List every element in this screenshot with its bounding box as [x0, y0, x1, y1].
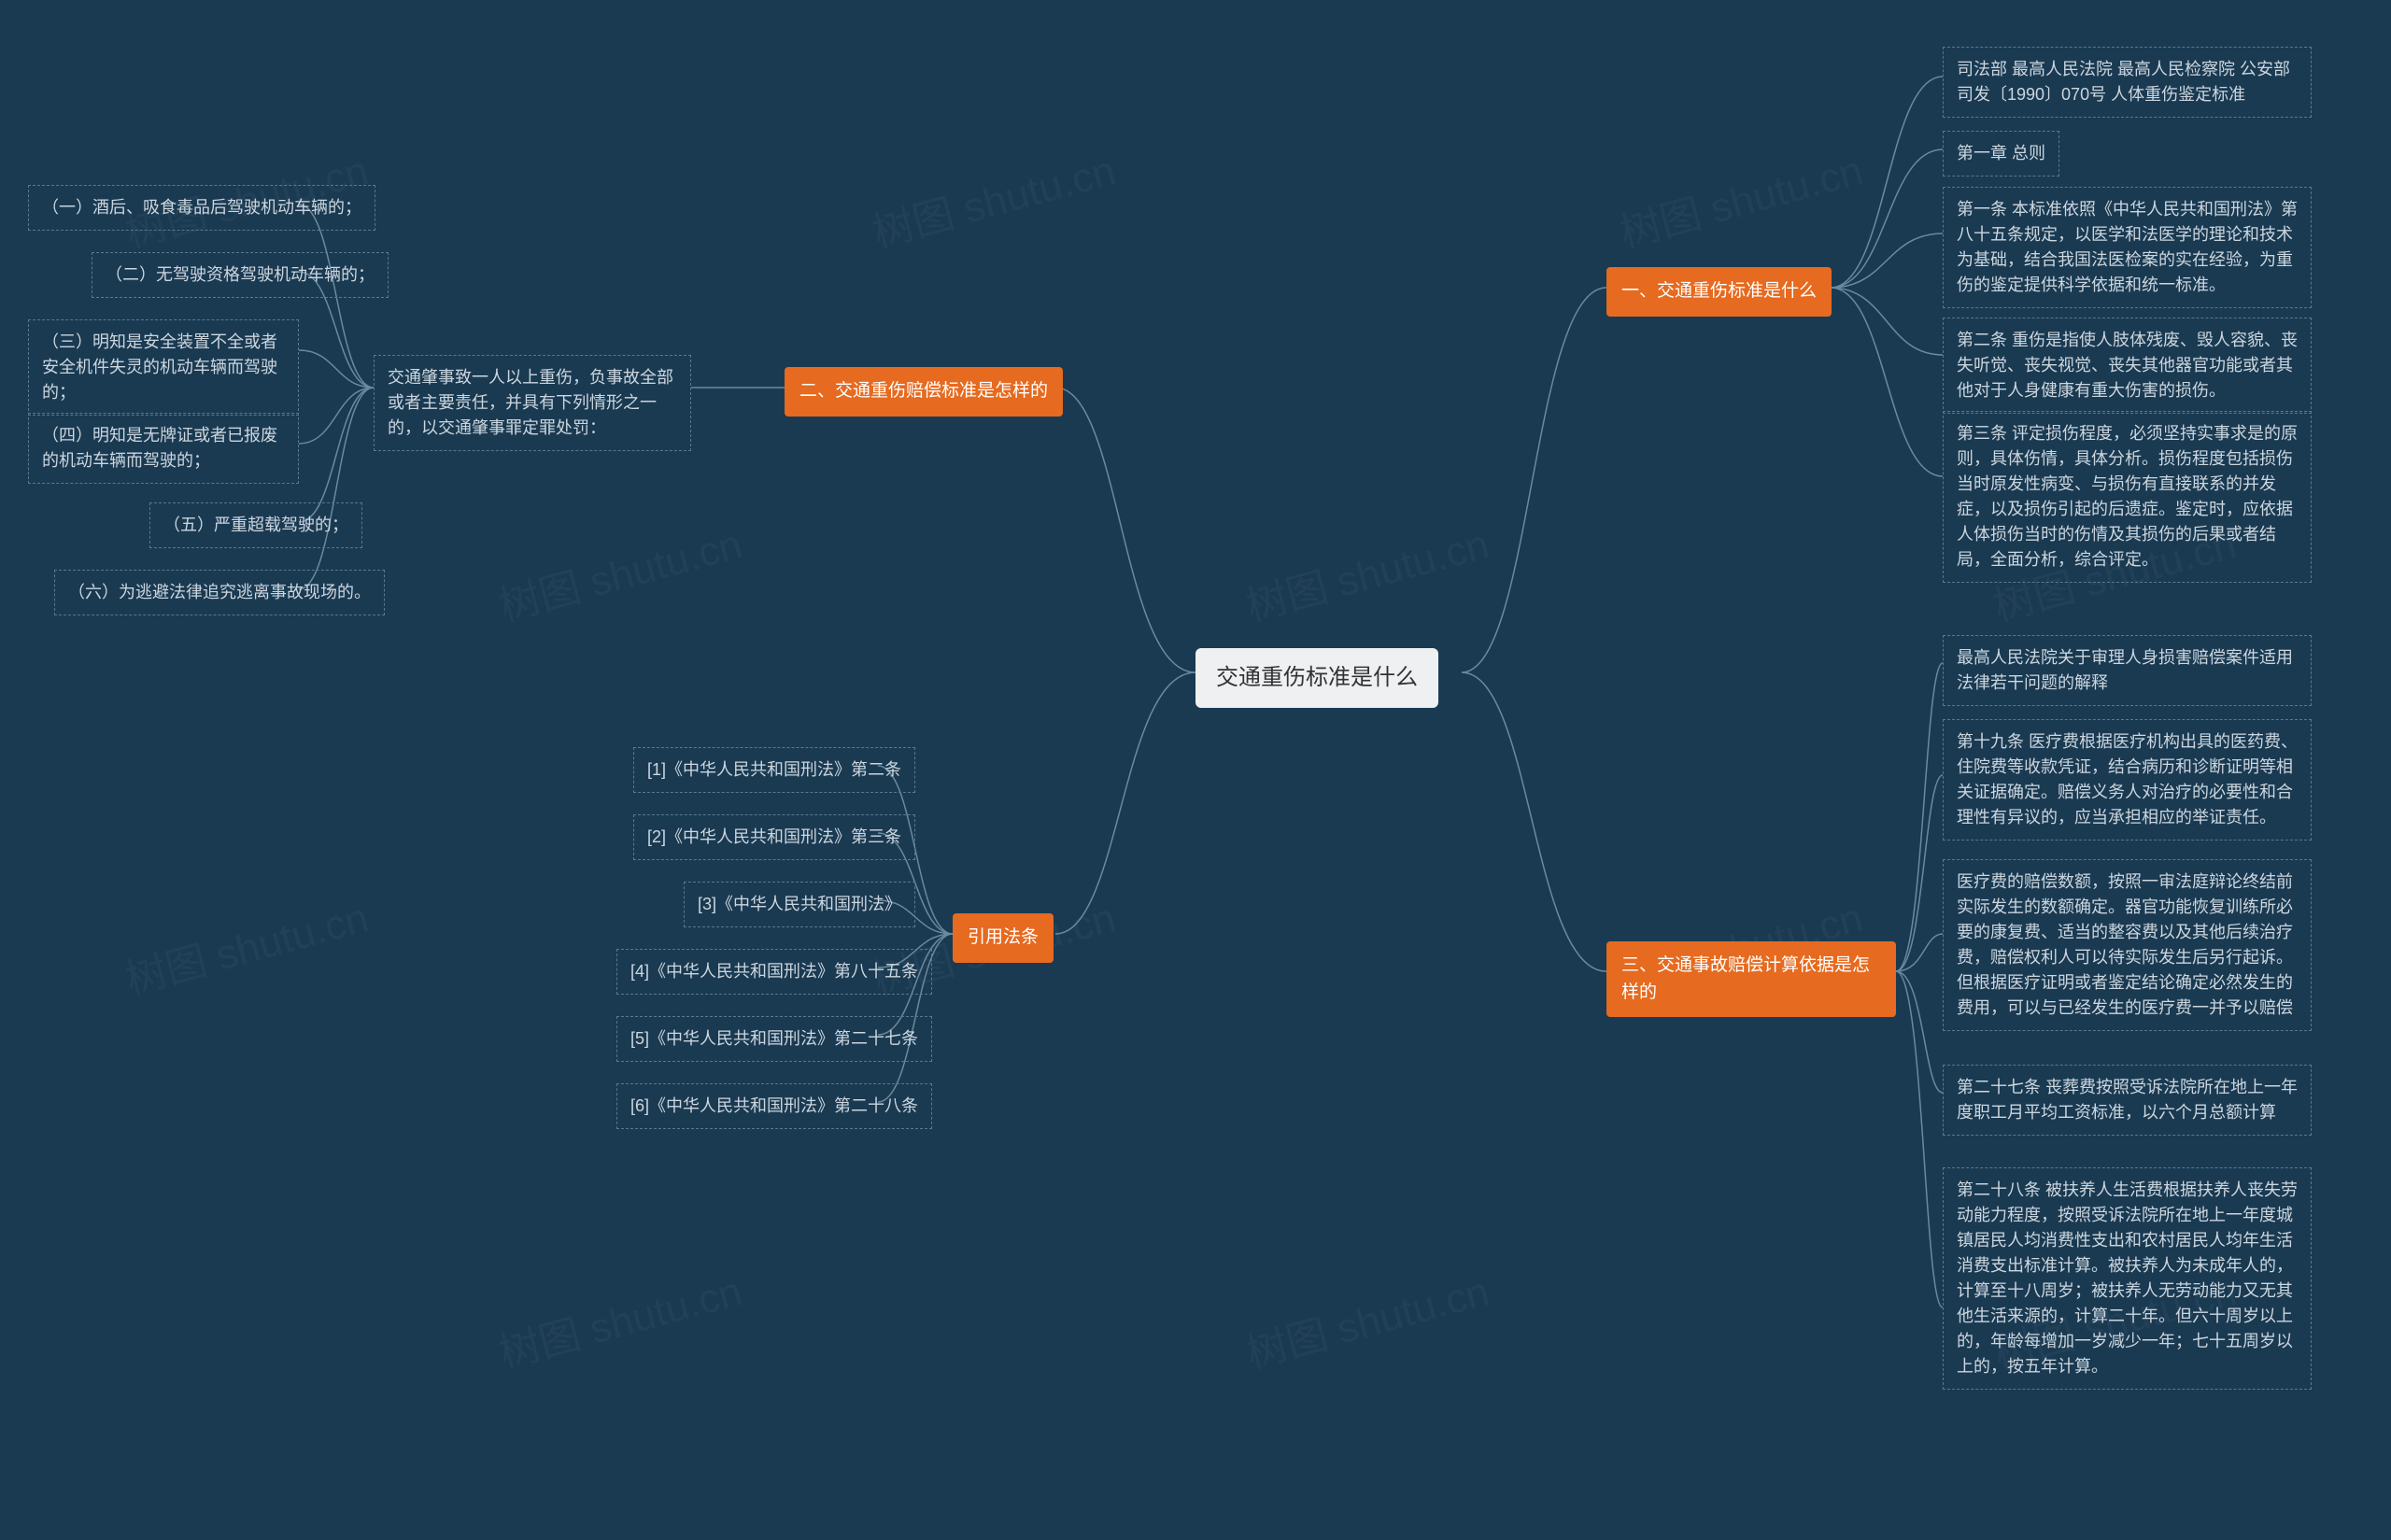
watermark: 树图 shutu.cn — [1238, 511, 1494, 633]
watermark: 树图 shutu.cn — [118, 884, 374, 1007]
watermark: 树图 shutu.cn — [491, 511, 747, 633]
b3-child-0[interactable]: 最高人民法院关于审理人身损害赔偿案件适用法律若干问题的解释 — [1943, 635, 2312, 706]
watermark: 树图 shutu.cn — [865, 137, 1121, 260]
branch-2[interactable]: 二、交通重伤赔偿标准是怎样的 — [785, 367, 1063, 417]
b2-child-0[interactable]: （一）酒后、吸食毒品后驾驶机动车辆的； — [28, 185, 375, 231]
b4-child-1[interactable]: [2]《中华人民共和国刑法》第三条 — [633, 814, 915, 860]
b2-child-3[interactable]: （四）明知是无牌证或者已报废的机动车辆而驾驶的； — [28, 413, 299, 484]
branch-1[interactable]: 一、交通重伤标准是什么 — [1606, 267, 1832, 317]
b4-child-3[interactable]: [4]《中华人民共和国刑法》第八十五条 — [616, 949, 932, 995]
b3-child-4[interactable]: 第二十八条 被扶养人生活费根据扶养人丧失劳动能力程度，按照受诉法院所在地上一年度… — [1943, 1167, 2312, 1390]
watermark: 树图 shutu.cn — [1612, 137, 1868, 260]
b1-child-3[interactable]: 第二条 重伤是指使人肢体残废、毁人容貌、丧失听觉、丧失视觉、丧失其他器官功能或者… — [1943, 318, 2312, 414]
b2-child-1[interactable]: （二）无驾驶资格驾驶机动车辆的； — [92, 252, 389, 298]
branch-3[interactable]: 三、交通事故赔偿计算依据是怎样的 — [1606, 941, 1896, 1017]
b1-child-0[interactable]: 司法部 最高人民法院 最高人民检察院 公安部 司发〔1990〕070号 人体重伤… — [1943, 47, 2312, 118]
b1-child-4[interactable]: 第三条 评定损伤程度，必须坚持实事求是的原则，具体伤情，具体分析。损伤程度包括损… — [1943, 411, 2312, 583]
root-node[interactable]: 交通重伤标准是什么 — [1196, 648, 1438, 708]
watermark: 树图 shutu.cn — [491, 1258, 747, 1380]
b4-child-2[interactable]: [3]《中华人民共和国刑法》 — [684, 882, 915, 927]
b3-child-2[interactable]: 医疗费的赔偿数额，按照一审法庭辩论终结前实际发生的数额确定。器官功能恢复训练所必… — [1943, 859, 2312, 1031]
b4-child-5[interactable]: [6]《中华人民共和国刑法》第二十八条 — [616, 1083, 932, 1129]
b3-child-3[interactable]: 第二十七条 丧葬费按照受诉法院所在地上一年度职工月平均工资标准，以六个月总额计算 — [1943, 1065, 2312, 1136]
b2-intermediate[interactable]: 交通肇事致一人以上重伤，负事故全部或者主要责任，并具有下列情形之一的，以交通肇事… — [374, 355, 691, 451]
b2-child-5[interactable]: （六）为逃避法律追究逃离事故现场的。 — [54, 570, 385, 615]
watermark: 树图 shutu.cn — [1238, 1258, 1494, 1380]
b4-child-0[interactable]: [1]《中华人民共和国刑法》第二条 — [633, 747, 915, 793]
b4-child-4[interactable]: [5]《中华人民共和国刑法》第二十七条 — [616, 1016, 932, 1062]
b1-child-2[interactable]: 第一条 本标准依照《中华人民共和国刑法》第八十五条规定，以医学和法医学的理论和技… — [1943, 187, 2312, 308]
b2-child-4[interactable]: （五）严重超载驾驶的； — [149, 502, 362, 548]
branch-4[interactable]: 引用法条 — [953, 913, 1054, 963]
b3-child-1[interactable]: 第十九条 医疗费根据医疗机构出具的医药费、住院费等收款凭证，结合病历和诊断证明等… — [1943, 719, 2312, 841]
b2-child-2[interactable]: （三）明知是安全装置不全或者安全机件失灵的机动车辆而驾驶的； — [28, 319, 299, 416]
b1-child-1[interactable]: 第一章 总则 — [1943, 131, 2059, 177]
